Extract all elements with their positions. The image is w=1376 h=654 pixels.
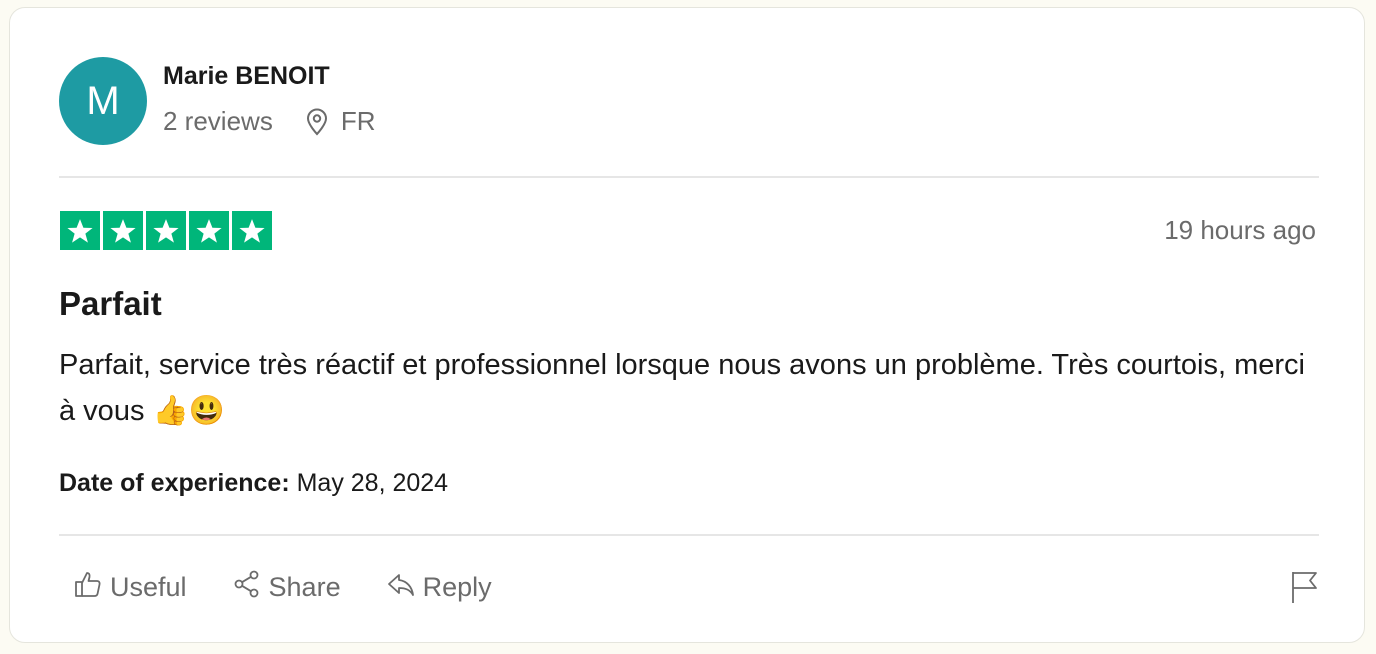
reviewer-country: FR bbox=[340, 106, 376, 136]
reply-button[interactable]: Reply bbox=[386, 569, 492, 606]
star-icon bbox=[60, 211, 100, 250]
reviewer-name[interactable]: Marie BENOIT bbox=[163, 62, 330, 91]
flag-icon[interactable] bbox=[1290, 570, 1318, 609]
review-count: 2 reviews bbox=[163, 106, 273, 136]
reply-icon bbox=[386, 569, 416, 606]
star-icon bbox=[103, 211, 143, 250]
star-icon bbox=[189, 211, 229, 250]
map-pin-icon bbox=[305, 108, 329, 136]
reviewer-meta: 2 reviews FR bbox=[163, 106, 376, 137]
share-button[interactable]: Share bbox=[232, 569, 341, 606]
thumbs-up-icon bbox=[73, 569, 103, 606]
review-card: M Marie BENOIT 2 reviews FR 19 hours ago… bbox=[9, 7, 1365, 643]
reply-label: Reply bbox=[422, 572, 492, 602]
experience-date: May 28, 2024 bbox=[296, 469, 449, 497]
useful-button[interactable]: Useful bbox=[73, 569, 187, 606]
review-date: 19 hours ago bbox=[1164, 215, 1316, 245]
date-of-experience: Date of experience: May 28, 2024 bbox=[59, 469, 448, 498]
footer-divider bbox=[59, 534, 1319, 536]
review-actions: Useful Share Reply bbox=[73, 569, 492, 606]
header-divider bbox=[59, 176, 1319, 178]
avatar[interactable]: M bbox=[59, 57, 147, 145]
review-title[interactable]: Parfait bbox=[59, 285, 162, 323]
share-label: Share bbox=[268, 572, 341, 602]
review-body: Parfait, service très réactif et profess… bbox=[59, 349, 1305, 427]
star-rating bbox=[60, 211, 272, 250]
star-icon bbox=[232, 211, 272, 250]
star-icon bbox=[146, 211, 186, 250]
experience-label: Date of experience: bbox=[59, 469, 290, 497]
useful-label: Useful bbox=[110, 572, 187, 602]
share-icon bbox=[232, 569, 262, 606]
